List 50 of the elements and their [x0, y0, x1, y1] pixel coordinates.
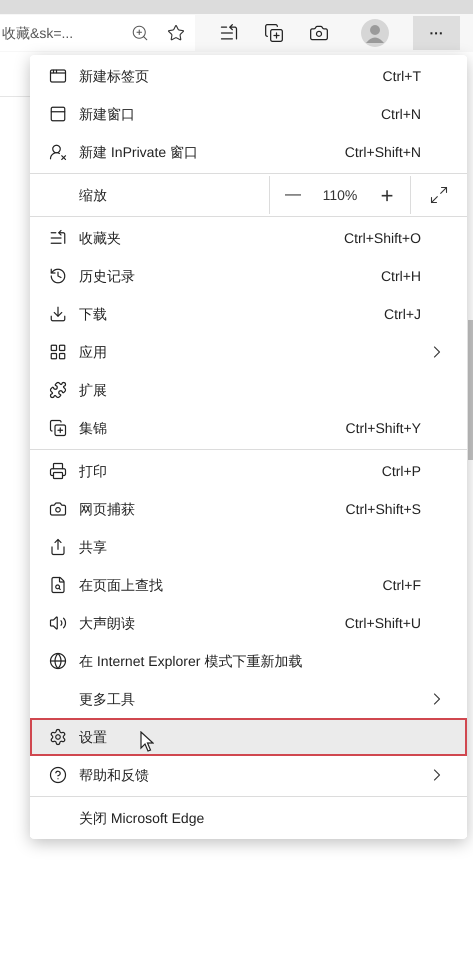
address-text: 收藏&sk=... — [2, 24, 74, 42]
settings-icon — [49, 728, 67, 746]
menu-item[interactable]: 历史记录 Ctrl+H — [30, 257, 467, 295]
share-icon — [49, 538, 67, 556]
cursor-icon — [140, 731, 154, 752]
menu-item[interactable]: 打印 Ctrl+P — [30, 452, 467, 490]
menu-item[interactable]: 下载 Ctrl+J — [30, 295, 467, 333]
menu-item[interactable]: 大声朗读 Ctrl+Shift+U — [30, 604, 467, 642]
star-list-icon — [49, 229, 67, 247]
menu-item[interactable]: 在 Internet Explorer 模式下重新加载 — [30, 642, 467, 680]
menu-item[interactable]: 在页面上查找 Ctrl+F — [30, 566, 467, 604]
avatar-icon[interactable] — [361, 19, 389, 47]
menu-item[interactable]: 新建标签页 Ctrl+T — [30, 57, 467, 95]
menu-item[interactable]: 更多工具 — [30, 680, 467, 718]
zoom-value: 110% — [322, 186, 358, 204]
new-tab-icon — [49, 67, 67, 85]
globe-page-icon — [49, 652, 67, 670]
camera-icon[interactable] — [309, 23, 329, 43]
printer-icon — [49, 462, 67, 480]
expand-icon — [429, 185, 449, 205]
menu-item[interactable]: 应用 — [30, 333, 467, 371]
download-icon — [49, 305, 67, 323]
zoom-icon[interactable] — [131, 24, 149, 42]
menu-item[interactable]: 关闭 Microsoft Edge — [30, 799, 467, 837]
camera-icon — [49, 500, 67, 518]
private-window-icon — [49, 143, 67, 161]
menu-item[interactable]: 新建 InPrivate 窗口 Ctrl+Shift+N — [30, 133, 467, 171]
zoom-label: 缩放 — [79, 186, 108, 204]
puzzle-icon — [49, 381, 67, 399]
read-aloud-icon — [49, 614, 67, 632]
menu-item[interactable]: 设置 — [30, 718, 467, 756]
history-icon — [49, 267, 67, 285]
window-icon — [49, 105, 67, 123]
menu-item[interactable]: 收藏夹 Ctrl+Shift+O — [30, 219, 467, 257]
address-field[interactable]: 收藏&sk=... — [0, 15, 195, 51]
zoom-in-button[interactable]: + — [364, 178, 410, 212]
menu-item[interactable]: 网页捕获 Ctrl+Shift+S — [30, 490, 467, 528]
more-button[interactable]: ··· — [413, 16, 460, 50]
help-icon — [49, 766, 67, 784]
menu-item[interactable]: 新建窗口 Ctrl+N — [30, 95, 467, 133]
menu-item[interactable]: 共享 — [30, 528, 467, 566]
menu-item[interactable]: 扩展 — [30, 371, 467, 409]
scrollbar[interactable] — [468, 320, 473, 460]
collections-icon — [49, 419, 67, 437]
menu-item[interactable]: 帮助和反馈 — [30, 756, 467, 794]
collections-icon[interactable] — [264, 23, 284, 43]
apps-grid-icon — [49, 343, 67, 361]
zoom-out-button[interactable]: — — [270, 183, 316, 207]
find-page-icon — [49, 576, 67, 594]
menu-item[interactable]: 集锦 Ctrl+Shift+Y — [30, 409, 467, 447]
